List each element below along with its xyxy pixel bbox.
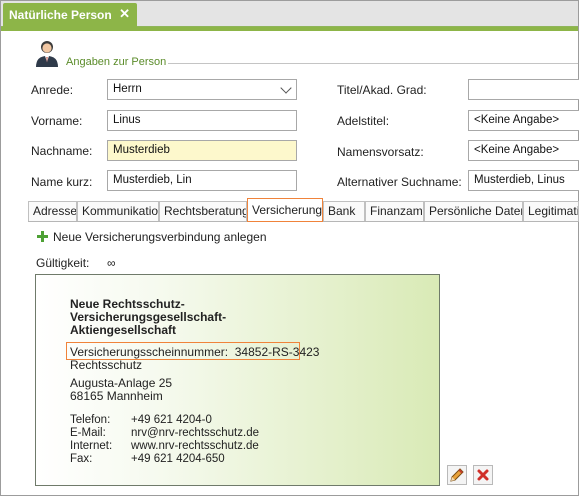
telefon-label: Telefon: (70, 414, 111, 426)
anrede-select[interactable]: Herrn (107, 79, 297, 100)
versicherung-panel: Neue Versicherungsverbindung anlegen Gül… (28, 222, 578, 493)
fax-label: Fax: (70, 453, 93, 465)
titel-field[interactable] (468, 79, 579, 100)
titel-label: Titel/Akad. Grad: (337, 83, 427, 97)
nachname-field[interactable]: Musterdieb (107, 140, 297, 161)
validity: Gültigkeit: ∞ (36, 256, 116, 270)
alt-suchname-field[interactable]: Musterdieb, Linus (468, 170, 579, 191)
tab-rechtsberatung[interactable]: Rechtsberatung (159, 201, 247, 221)
tab-kommunikation[interactable]: Kommunikation (77, 201, 159, 221)
tab-versicherung[interactable]: Versicherung (247, 198, 323, 222)
section-divider (168, 63, 578, 64)
chevron-down-icon[interactable] (280, 82, 292, 94)
nachname-label: Nachname: (31, 144, 93, 158)
name-kurz-field[interactable]: Musterdieb, Lin (107, 170, 297, 191)
insurance-type: Rechtsschutz (70, 358, 143, 372)
section-header: Angaben zur Person (34, 39, 578, 69)
pencil-icon (450, 468, 464, 482)
window-frame: Natürliche Person ✕ Angaben zur Person A… (0, 0, 579, 496)
insurer-city: 68165 Mannheim (70, 389, 163, 403)
detail-tabbar: Adresse Kommunikation Rechtsberatung Ver… (28, 198, 579, 222)
add-insurance-label: Neue Versicherungsverbindung anlegen (53, 230, 267, 244)
document-tabstrip: Natürliche Person ✕ (1, 1, 578, 27)
tab-bank[interactable]: Bank (323, 201, 365, 221)
fax-value: +49 621 4204-650 (131, 453, 225, 465)
tab-persoenliche-daten[interactable]: Persönliche Daten (424, 201, 523, 221)
policy-number: 34852-RS-3423 (234, 345, 320, 359)
namensvorsatz-select[interactable]: <Keine Angabe> (468, 140, 579, 161)
name-kurz-label: Name kurz: (31, 175, 93, 189)
email-label: E-Mail: (70, 427, 106, 439)
person-icon (36, 41, 58, 67)
internet-label: Internet: (70, 440, 113, 452)
plus-icon (37, 231, 49, 243)
validity-value: ∞ (107, 256, 116, 270)
policy-number-label: Versicherungsscheinnummer: (70, 345, 229, 359)
delete-x-icon (477, 469, 489, 481)
tab-adresse[interactable]: Adresse (28, 201, 77, 221)
insurance-card[interactable]: Neue Rechtsschutz- Versicherungsgesellsc… (35, 274, 440, 486)
email-value: nrv@nrv-rechtsschutz.de (131, 427, 259, 439)
accent-bar (1, 27, 578, 31)
anrede-value: Herrn (113, 83, 142, 95)
document-tab-natuerliche-person[interactable]: Natürliche Person ✕ (3, 3, 137, 27)
edit-button[interactable] (447, 465, 467, 485)
insurer-name: Neue Rechtsschutz- Versicherungsgesellsc… (70, 298, 270, 337)
alt-suchname-label: Alternativer Suchname: (337, 175, 462, 189)
document-tab-label: Natürliche Person (9, 8, 112, 22)
anrede-label: Anrede: (31, 83, 74, 97)
close-icon[interactable]: ✕ (119, 6, 130, 22)
vorname-field[interactable]: Linus (107, 110, 297, 131)
section-title: Angaben zur Person (66, 56, 167, 68)
insurer-street: Augusta-Anlage 25 (70, 376, 173, 390)
tab-legitimation[interactable]: Legitimation (523, 201, 579, 221)
telefon-value: +49 621 4204-0 (131, 414, 212, 426)
adelstitel-label: Adelstitel: (337, 114, 390, 128)
vorname-label: Vorname: (31, 114, 83, 128)
validity-label: Gültigkeit: (36, 256, 90, 270)
tab-finanzamt[interactable]: Finanzamt (365, 201, 424, 221)
insurer-name-line: Aktiengesellschaft (70, 323, 177, 337)
delete-button[interactable] (473, 465, 493, 485)
internet-value: www.nrv-rechtsschutz.de (131, 440, 259, 452)
adelstitel-select[interactable]: <Keine Angabe> (468, 110, 579, 131)
namensvorsatz-label: Namensvorsatz: (337, 145, 424, 159)
